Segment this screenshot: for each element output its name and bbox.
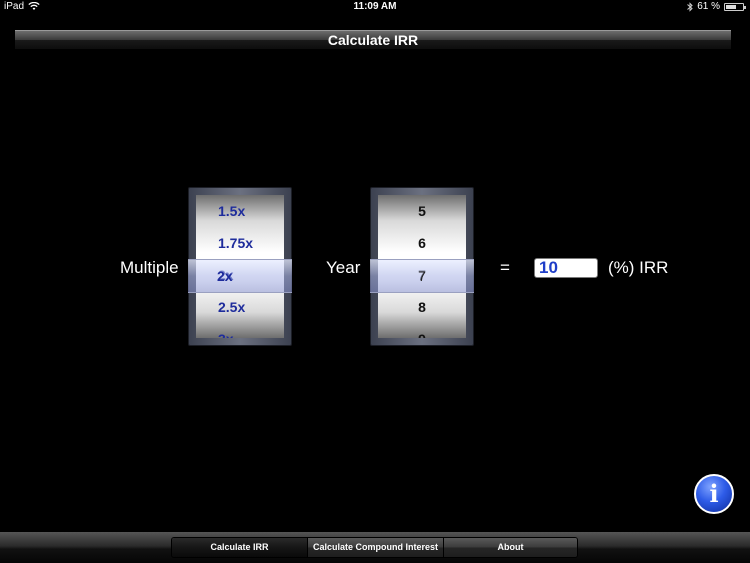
title-bar: Calculate IRR <box>15 30 731 49</box>
multiple-label: Multiple <box>120 258 179 277</box>
year-option[interactable]: 6 <box>378 227 466 259</box>
equals-sign: = <box>500 258 510 277</box>
info-button[interactable]: i <box>694 474 734 514</box>
status-right: 61 % <box>687 1 746 12</box>
bluetooth-icon <box>687 1 693 12</box>
battery-icon <box>724 2 746 11</box>
multiple-option[interactable]: 1.75x <box>196 227 284 259</box>
irr-unit-label: (%) IRR <box>608 258 669 277</box>
irr-result-field[interactable]: 10 <box>534 258 598 278</box>
tab-calculate-irr[interactable]: Calculate IRR <box>172 538 308 557</box>
year-option[interactable]: 8 <box>378 291 466 323</box>
multiple-option[interactable]: 2.5x <box>196 291 284 323</box>
status-time: 11:09 AM <box>353 1 397 12</box>
multiple-picker[interactable]: 1.5x 1.75x 2x 2.5x 3x 2x <box>188 187 292 346</box>
year-option[interactable]: 9 <box>378 323 466 338</box>
battery-percent: 61 % <box>697 1 720 12</box>
multiple-selected-value: 2x <box>217 268 233 284</box>
page-title: Calculate IRR <box>327 32 419 48</box>
year-option[interactable]: 5 <box>378 195 466 227</box>
status-bar: iPad 11:09 AM 61 % <box>0 0 750 14</box>
year-picker[interactable]: 5 6 7 8 9 7 <box>370 187 474 346</box>
battery-level <box>726 4 736 9</box>
year-selection-bar: 7 <box>370 259 474 293</box>
year-label: Year <box>326 258 361 277</box>
multiple-selection-bar: 2x <box>188 259 292 293</box>
segmented-control: Calculate IRR Calculate Compound Interes… <box>171 537 578 558</box>
multiple-option[interactable]: 3x <box>196 323 284 338</box>
year-selected-value: 7 <box>418 268 426 284</box>
tab-about[interactable]: About <box>444 538 577 557</box>
bottom-toolbar: Calculate IRR Calculate Compound Interes… <box>0 532 750 563</box>
info-icon: i <box>709 479 719 508</box>
multiple-option[interactable]: 1.5x <box>196 195 284 227</box>
tab-calculate-compound-interest[interactable]: Calculate Compound Interest <box>308 538 444 557</box>
